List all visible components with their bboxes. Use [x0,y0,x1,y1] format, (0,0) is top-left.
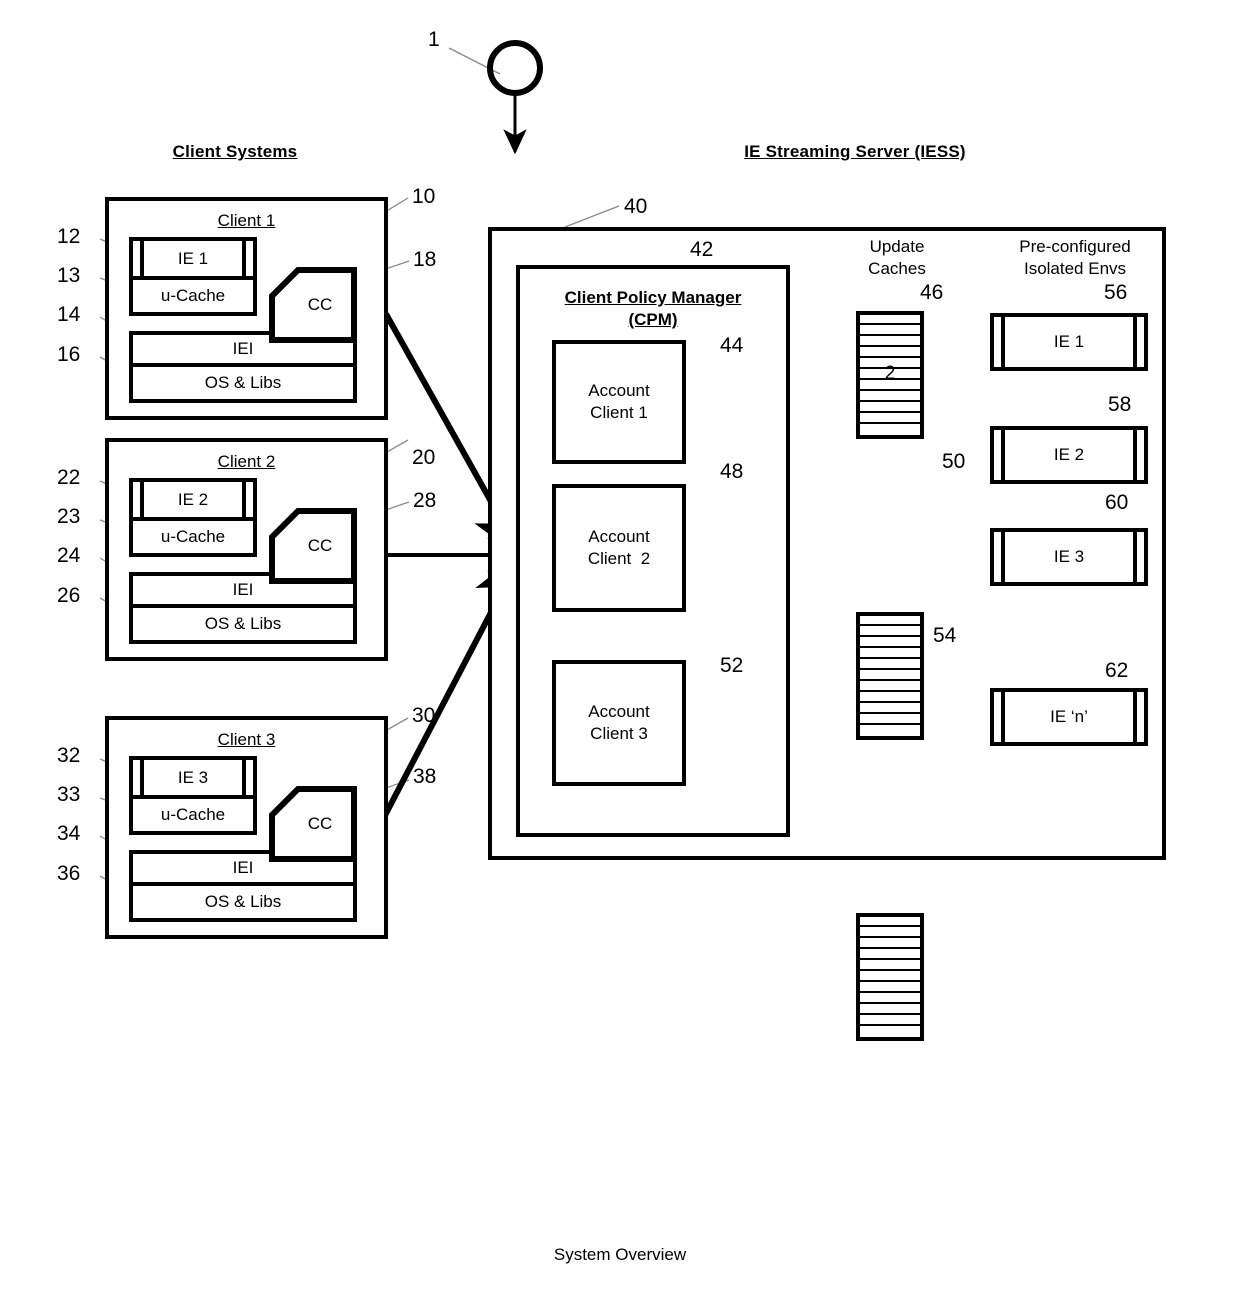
client-box-2[interactable]: Client 2 IE 2 u-Cache IEI OS & Libs CC [105,438,388,661]
env-rail-right-icon [1133,317,1144,367]
ref-client2-iei: 24 [57,544,81,567]
ref-client3-os: 36 [57,862,81,885]
ie-rail-left-icon [133,241,144,276]
ref-client3-cc: 38 [413,765,437,788]
isolated-env-3-label: IE 3 [1053,547,1085,566]
isolated-env-3[interactable]: IE 3 [990,528,1148,586]
cpm-title-line2: (CPM) [628,310,678,330]
ucache-2[interactable]: u-Cache [129,521,257,557]
ref-cache-54: 54 [933,624,957,647]
ie-rail-left-icon [133,482,144,517]
isolated-env-n[interactable]: IE ‘n’ [990,688,1148,746]
cc-label-2: CC [307,536,333,555]
isolated-envs-title-line1: Pre-configured [1019,237,1131,256]
cc-shape-3[interactable]: CC [269,786,357,862]
isolated-env-2[interactable]: IE 2 [990,426,1148,484]
ref-client2-ucache: 23 [57,505,81,528]
ucache-3[interactable]: u-Cache [129,799,257,835]
account-client-2[interactable]: Account Client 2 [552,484,686,612]
isolated-envs-title-line2: Isolated Envs [1023,258,1127,278]
figure-caption: System Overview [553,1245,687,1264]
ie-rail-right-icon [242,241,253,276]
ref-client1-ie: 12 [57,225,81,248]
cc-shape-1[interactable]: CC [269,267,357,343]
ref-cpm: 42 [690,238,714,261]
ie-label-3: IE 3 [177,767,209,787]
ref-client1-ucache: 13 [57,264,81,287]
env-rail-right-icon [1133,430,1144,480]
ie-rail-left-icon [133,760,144,795]
ref-client1-iei: 14 [57,303,81,326]
ref-client3-ie: 32 [57,744,81,767]
ucache-1[interactable]: u-Cache [129,280,257,316]
update-caches-title-line2: Caches [868,258,926,278]
client-box-3[interactable]: Client 3 IE 3 u-Cache IEI OS & Libs CC [105,716,388,939]
client-systems-header: Client Systems [172,142,298,161]
ref-cache-46: 46 [920,281,944,304]
client-box-1[interactable]: Client 1 IE 1 u-Cache IEI OS & Libs CC [105,197,388,420]
ref-client2-ie: 22 [57,466,81,489]
ref-client3-box: 30 [412,704,436,727]
ref-server: 40 [624,195,648,218]
os-libs-2[interactable]: OS & Libs [129,608,357,644]
ie-label-1: IE 1 [177,248,209,268]
ie-module-3[interactable]: IE 3 [129,756,257,799]
cc-label-3: CC [307,814,333,833]
env-rail-right-icon [1133,692,1144,742]
os-libs-3[interactable]: OS & Libs [129,886,357,922]
isolated-env-n-label: IE ‘n’ [1050,707,1088,726]
ie-rail-right-icon [242,482,253,517]
env-rail-left-icon [994,532,1005,582]
env-rail-left-icon [994,430,1005,480]
update-caches-title-line1: Update [869,237,925,256]
ref-client2-cc: 28 [413,489,437,512]
update-cache-54[interactable] [856,913,924,1041]
ref-client3-ucache: 33 [57,783,81,806]
account-client-1[interactable]: Account Client 1 [552,340,686,464]
system-callout [487,40,543,155]
client-2-title: Client 2 [217,452,276,471]
env-rail-right-icon [1133,532,1144,582]
ie-module-2[interactable]: IE 2 [129,478,257,521]
isolated-envs-column-header: Pre-configured Isolated Envs [985,236,1165,280]
ie-label-2: IE 2 [177,489,209,509]
ref-env-60: 60 [1105,491,1129,514]
ref-env-58: 58 [1108,393,1132,416]
ref-client2-box: 20 [412,446,436,469]
ref-client1-os: 16 [57,343,81,366]
ref-env-62: 62 [1105,659,1129,682]
update-caches-column-header: Update Caches [822,236,972,280]
update-cache-46-value: 2 [884,363,896,384]
ref-cache-50: 50 [942,450,966,473]
os-libs-1[interactable]: OS & Libs [129,367,357,403]
env-rail-left-icon [994,317,1005,367]
ref-account-2: 48 [720,460,744,483]
figure-canvas: Client Systems IE Streaming Server (IESS… [0,0,1240,1303]
isolated-env-1-label: IE 1 [1053,332,1085,351]
update-cache-46[interactable]: 2 [856,311,924,439]
ref-client1-cc: 18 [413,248,437,271]
client-3-title: Client 3 [217,730,276,749]
isolated-env-1[interactable]: IE 1 [990,313,1148,371]
server-header: IE Streaming Server (IESS) [744,142,966,161]
ref-account-3: 52 [720,654,744,677]
isolated-env-2-label: IE 2 [1053,445,1085,464]
env-rail-left-icon [994,692,1005,742]
ie-rail-right-icon [242,760,253,795]
cc-shape-2[interactable]: CC [269,508,357,584]
cpm-title-line1: Client Policy Manager [564,288,742,307]
ref-account-1: 44 [720,334,744,357]
ref-client3-iei: 34 [57,822,81,845]
ref-client2-os: 26 [57,584,81,607]
cc-label-1: CC [307,295,333,314]
ref-env-56: 56 [1104,281,1128,304]
client-1-title: Client 1 [217,211,276,230]
ref-client1-box: 10 [412,185,436,208]
account-client-3[interactable]: Account Client 3 [552,660,686,786]
ref-system: 1 [428,28,440,51]
ie-module-1[interactable]: IE 1 [129,237,257,280]
update-cache-50[interactable] [856,612,924,740]
